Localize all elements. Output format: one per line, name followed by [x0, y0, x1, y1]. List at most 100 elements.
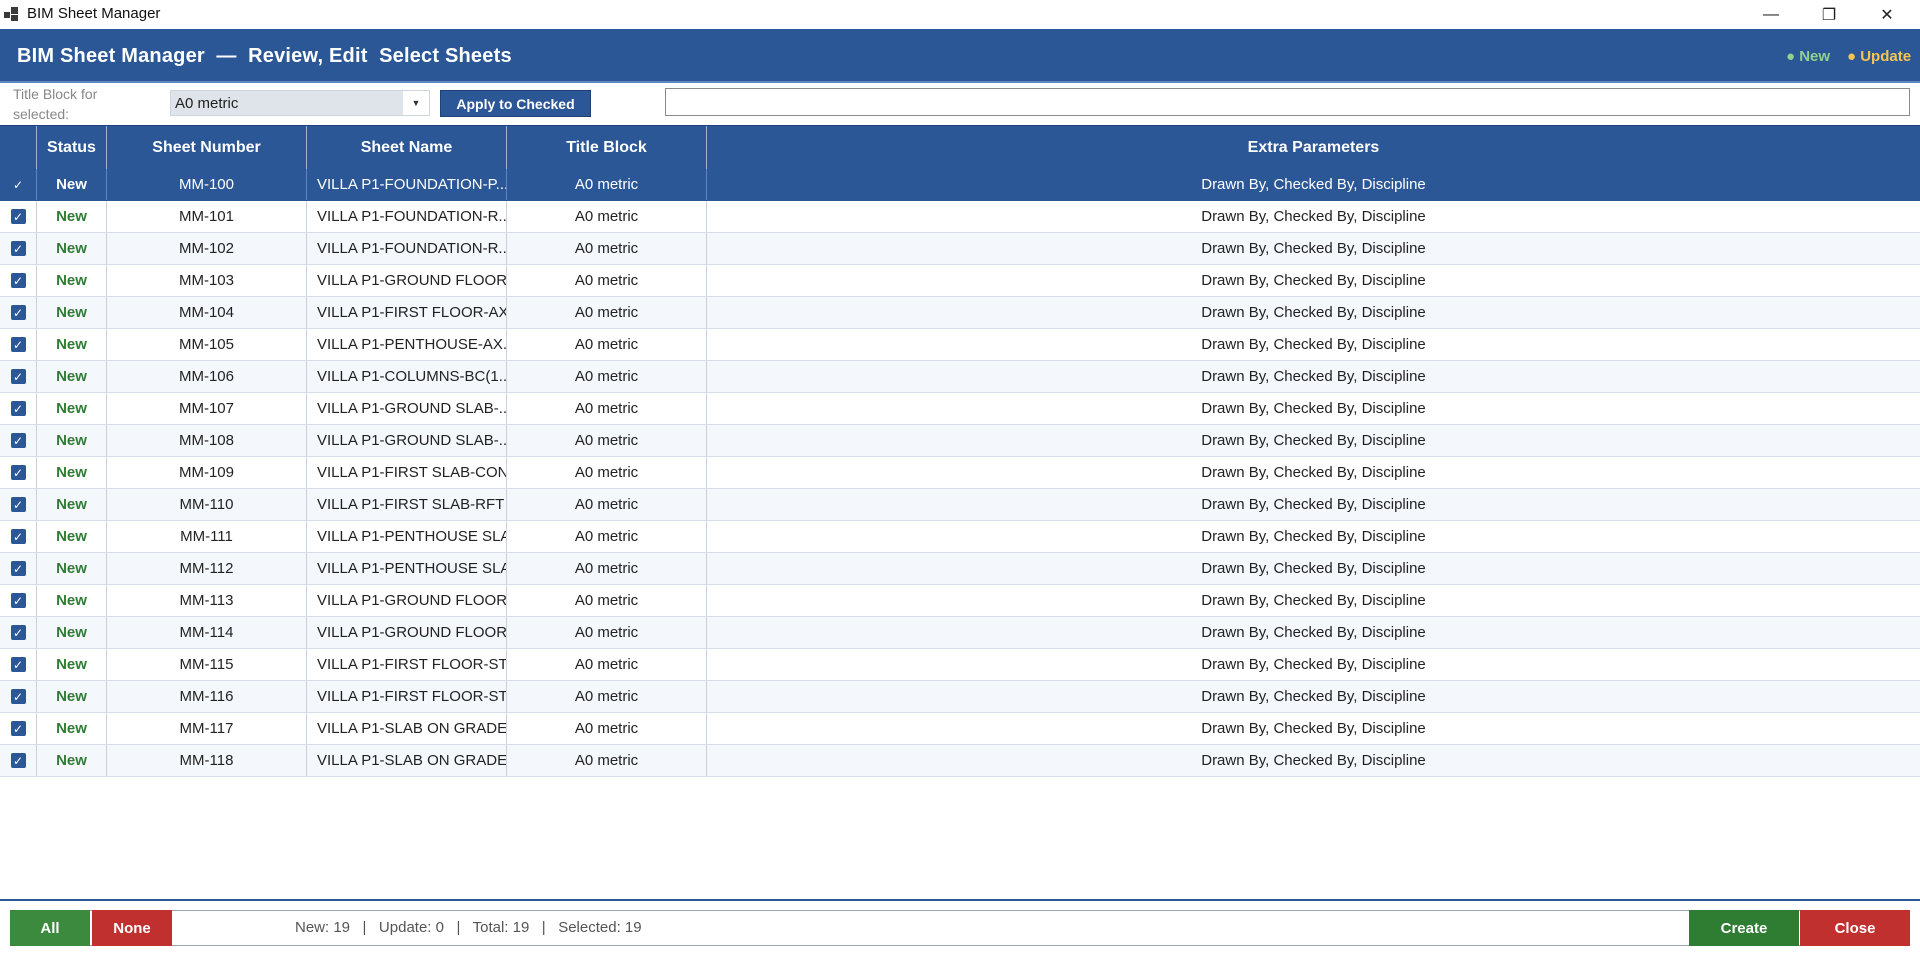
- sheet-number-cell[interactable]: MM-109: [107, 457, 307, 488]
- row-checkbox-cell[interactable]: ✓: [0, 553, 37, 584]
- extra-parameters-cell[interactable]: Drawn By, Checked By, Discipline: [707, 361, 1920, 392]
- sheet-number-cell[interactable]: MM-112: [107, 553, 307, 584]
- extra-parameters-cell[interactable]: Drawn By, Checked By, Discipline: [707, 457, 1920, 488]
- sheet-name-cell[interactable]: VILLA P1-FIRST FLOOR-ST...: [307, 681, 507, 712]
- row-checkbox-cell[interactable]: ✓: [0, 649, 37, 680]
- title-block-cell[interactable]: A0 metric: [507, 617, 707, 648]
- sheet-name-cell[interactable]: VILLA P1-SLAB ON GRADE...: [307, 745, 507, 776]
- table-row[interactable]: ✓ New MM-107 VILLA P1-GROUND SLAB-... A0 met…: [0, 393, 1920, 425]
- extra-parameters-cell[interactable]: Drawn By, Checked By, Discipline: [707, 201, 1920, 232]
- close-button[interactable]: Close: [1800, 910, 1910, 946]
- sheet-number-cell[interactable]: MM-108: [107, 425, 307, 456]
- sheet-name-cell[interactable]: VILLA P1-GROUND SLAB-...: [307, 393, 507, 424]
- title-block-cell[interactable]: A0 metric: [507, 393, 707, 424]
- title-block-select[interactable]: A0 metric ▼: [170, 90, 430, 116]
- checkbox-checked-icon[interactable]: ✓: [10, 689, 26, 704]
- sheet-name-cell[interactable]: VILLA P1-FIRST FLOOR-AX...: [307, 297, 507, 328]
- title-block-cell[interactable]: A0 metric: [507, 489, 707, 520]
- maximize-icon[interactable]: ❐: [1800, 0, 1858, 29]
- extra-parameters-cell[interactable]: Drawn By, Checked By, Discipline: [707, 553, 1920, 584]
- sheet-number-cell[interactable]: MM-113: [107, 585, 307, 616]
- extra-parameters-cell[interactable]: Drawn By, Checked By, Discipline: [707, 745, 1920, 776]
- sheet-name-cell[interactable]: VILLA P1-COLUMNS-BC(1....: [307, 361, 507, 392]
- sheet-name-cell[interactable]: VILLA P1-FOUNDATION-R...: [307, 233, 507, 264]
- checkbox-checked-icon[interactable]: ✓: [10, 465, 26, 480]
- checkbox-checked-icon[interactable]: ✓: [10, 369, 26, 384]
- sheet-number-cell[interactable]: MM-106: [107, 361, 307, 392]
- table-row[interactable]: ✓ New MM-103 VILLA P1-GROUND FLOOR... A0 met…: [0, 265, 1920, 297]
- table-row[interactable]: ✓ New MM-114 VILLA P1-GROUND FLOOR... A0 met…: [0, 617, 1920, 649]
- row-checkbox-cell[interactable]: ✓: [0, 425, 37, 456]
- sheet-name-cell[interactable]: VILLA P1-GROUND SLAB-...: [307, 425, 507, 456]
- checkbox-checked-icon[interactable]: ✓: [10, 401, 26, 416]
- table-row[interactable]: ✓ New MM-117 VILLA P1-SLAB ON GRADE... A0 me…: [0, 713, 1920, 745]
- sheet-number-cell[interactable]: MM-118: [107, 745, 307, 776]
- extra-parameters-cell[interactable]: Drawn By, Checked By, Discipline: [707, 489, 1920, 520]
- table-row[interactable]: ✓ New MM-102 VILLA P1-FOUNDATION-R... A0 met…: [0, 233, 1920, 265]
- sheet-number-cell[interactable]: MM-114: [107, 617, 307, 648]
- row-checkbox-cell[interactable]: ✓: [0, 329, 37, 360]
- title-block-cell[interactable]: A0 metric: [507, 425, 707, 456]
- select-none-button[interactable]: None: [92, 910, 172, 946]
- title-block-cell[interactable]: A0 metric: [507, 713, 707, 744]
- row-checkbox-cell[interactable]: ✓: [0, 745, 37, 776]
- sheet-name-cell[interactable]: VILLA P1-FIRST SLAB-CON...: [307, 457, 507, 488]
- sheet-number-cell[interactable]: MM-117: [107, 713, 307, 744]
- table-row[interactable]: ✓ New MM-116 VILLA P1-FIRST FLOOR-ST... A0 m…: [0, 681, 1920, 713]
- extra-parameters-cell[interactable]: Drawn By, Checked By, Discipline: [707, 521, 1920, 552]
- title-block-cell[interactable]: A0 metric: [507, 585, 707, 616]
- title-block-cell[interactable]: A0 metric: [507, 201, 707, 232]
- sheet-number-cell[interactable]: MM-116: [107, 681, 307, 712]
- title-block-cell[interactable]: A0 metric: [507, 233, 707, 264]
- extra-parameters-cell[interactable]: Drawn By, Checked By, Discipline: [707, 617, 1920, 648]
- sheet-number-cell[interactable]: MM-100: [107, 169, 307, 200]
- checkbox-checked-icon[interactable]: ✓: [10, 753, 26, 768]
- extra-parameters-cell[interactable]: Drawn By, Checked By, Discipline: [707, 649, 1920, 680]
- sheet-number-cell[interactable]: MM-101: [107, 201, 307, 232]
- row-checkbox-cell[interactable]: ✓: [0, 361, 37, 392]
- row-checkbox-cell[interactable]: ✓: [0, 713, 37, 744]
- checkbox-checked-icon[interactable]: ✓: [10, 593, 26, 608]
- close-icon[interactable]: ✕: [1858, 0, 1916, 29]
- sheet-number-cell[interactable]: MM-102: [107, 233, 307, 264]
- title-block-cell[interactable]: A0 metric: [507, 265, 707, 296]
- checkbox-checked-icon[interactable]: ✓: [11, 177, 26, 192]
- sheet-name-cell[interactable]: VILLA P1-GROUND FLOOR...: [307, 585, 507, 616]
- title-block-cell[interactable]: A0 metric: [507, 745, 707, 776]
- row-checkbox-cell[interactable]: ✓: [0, 617, 37, 648]
- sheet-name-cell[interactable]: VILLA P1-PENTHOUSE SLA...: [307, 553, 507, 584]
- extra-parameters-cell[interactable]: Drawn By, Checked By, Discipline: [707, 169, 1920, 200]
- table-row[interactable]: ✓ New MM-113 VILLA P1-GROUND FLOOR... A0 met…: [0, 585, 1920, 617]
- title-block-cell[interactable]: A0 metric: [507, 297, 707, 328]
- title-block-cell[interactable]: A0 metric: [507, 169, 707, 200]
- extra-parameters-cell[interactable]: Drawn By, Checked By, Discipline: [707, 233, 1920, 264]
- checkbox-checked-icon[interactable]: ✓: [10, 273, 26, 288]
- checkbox-checked-icon[interactable]: ✓: [10, 721, 26, 736]
- table-row[interactable]: ✓ New MM-111 VILLA P1-PENTHOUSE SLA... A0 me…: [0, 521, 1920, 553]
- row-checkbox-cell[interactable]: ✓: [0, 233, 37, 264]
- row-checkbox-cell[interactable]: ✓: [0, 457, 37, 488]
- checkbox-checked-icon[interactable]: ✓: [10, 305, 26, 320]
- chevron-down-icon[interactable]: ▼: [403, 91, 429, 115]
- extra-parameters-cell[interactable]: Drawn By, Checked By, Discipline: [707, 329, 1920, 360]
- extra-parameters-cell[interactable]: Drawn By, Checked By, Discipline: [707, 297, 1920, 328]
- column-header-extra-parameters[interactable]: Extra Parameters: [707, 126, 1920, 169]
- column-header-title-block[interactable]: Title Block: [507, 126, 707, 169]
- select-all-button[interactable]: All: [10, 910, 90, 946]
- sheet-name-cell[interactable]: VILLA P1-FIRST SLAB-RFT: [307, 489, 507, 520]
- column-header-status[interactable]: Status: [37, 126, 107, 169]
- title-block-cell[interactable]: A0 metric: [507, 329, 707, 360]
- row-checkbox-cell[interactable]: ✓: [0, 681, 37, 712]
- sheet-name-cell[interactable]: VILLA P1-PENTHOUSE-AX...: [307, 329, 507, 360]
- extra-parameters-cell[interactable]: Drawn By, Checked By, Discipline: [707, 265, 1920, 296]
- sheet-number-cell[interactable]: MM-105: [107, 329, 307, 360]
- sheet-number-cell[interactable]: MM-103: [107, 265, 307, 296]
- column-header-check[interactable]: [0, 126, 37, 169]
- table-row[interactable]: ✓ New MM-115 VILLA P1-FIRST FLOOR-ST... A0 m…: [0, 649, 1920, 681]
- table-row[interactable]: ✓ New MM-108 VILLA P1-GROUND SLAB-... A0 met…: [0, 425, 1920, 457]
- checkbox-checked-icon[interactable]: ✓: [10, 433, 26, 448]
- extra-parameters-cell[interactable]: Drawn By, Checked By, Discipline: [707, 713, 1920, 744]
- row-checkbox-cell[interactable]: ✓: [0, 297, 37, 328]
- checkbox-checked-icon[interactable]: ✓: [10, 337, 26, 352]
- extra-parameters-cell[interactable]: Drawn By, Checked By, Discipline: [707, 585, 1920, 616]
